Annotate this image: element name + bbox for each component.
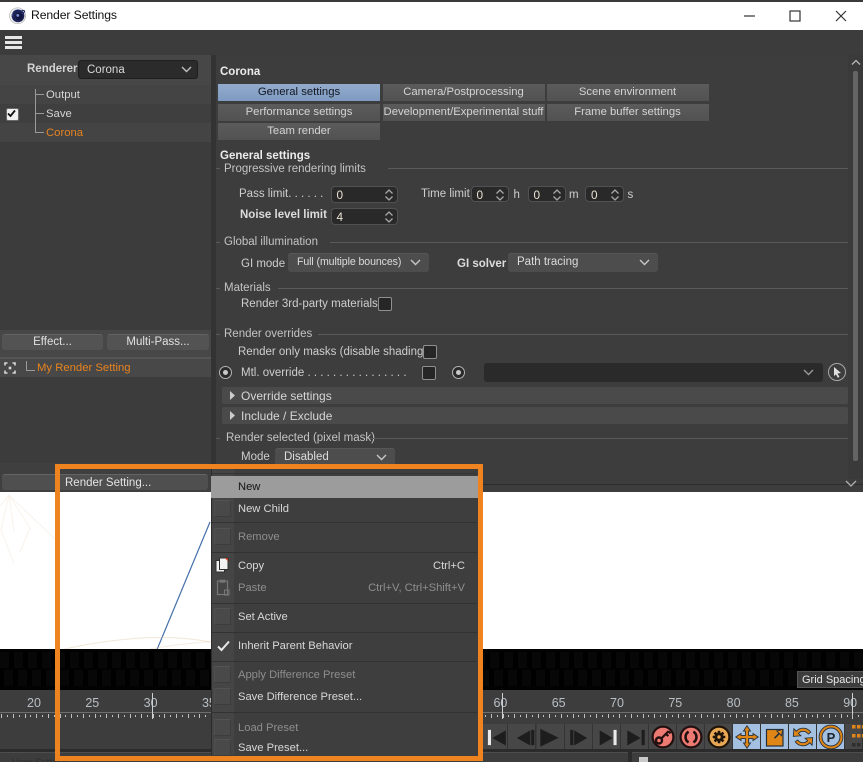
svg-text:P: P <box>827 729 836 744</box>
